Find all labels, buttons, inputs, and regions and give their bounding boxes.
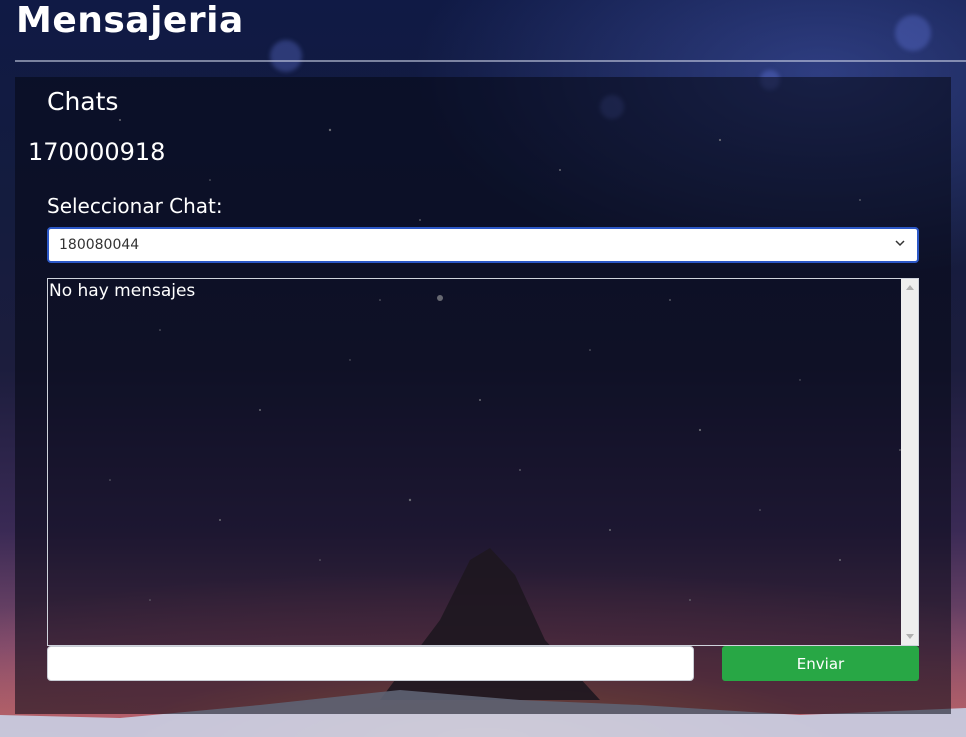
select-chat-label: Seleccionar Chat:	[47, 194, 223, 218]
empty-messages-text: No hay mensajes	[49, 281, 196, 301]
selected-chat-value: 180080044	[59, 237, 140, 253]
bokeh-light	[270, 40, 302, 72]
current-user-id: 170000918	[28, 138, 166, 166]
send-button[interactable]: Enviar	[722, 646, 919, 681]
message-input[interactable]	[47, 646, 694, 681]
scroll-down-arrow-icon[interactable]	[906, 634, 914, 639]
chats-heading: Chats	[47, 87, 119, 116]
scroll-up-arrow-icon[interactable]	[906, 285, 914, 290]
chevron-down-icon	[895, 240, 905, 247]
messages-scrollbar[interactable]	[901, 279, 918, 645]
page-title: Mensajeria	[16, 0, 244, 41]
chat-select-dropdown[interactable]: 180080044	[47, 227, 919, 263]
bokeh-light	[895, 15, 931, 51]
title-divider	[15, 60, 966, 62]
messages-box[interactable]: No hay mensajes	[47, 278, 919, 646]
